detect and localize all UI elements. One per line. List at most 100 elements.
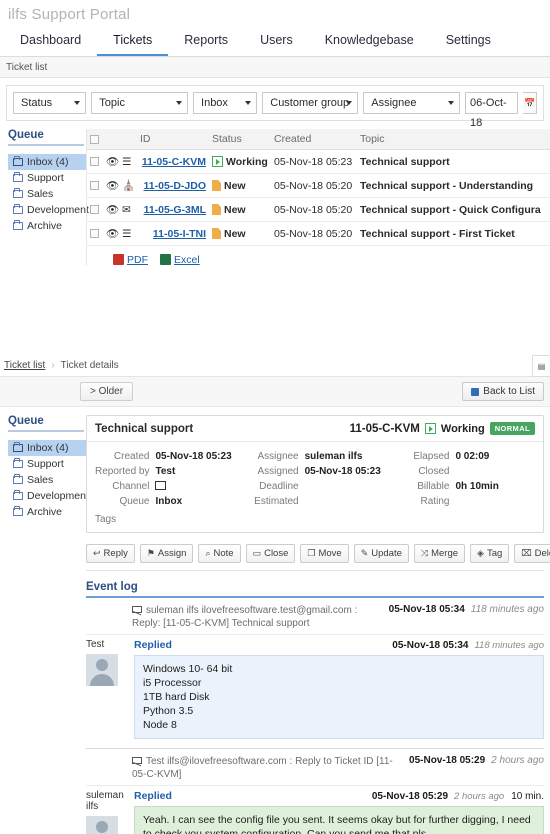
meta-label-billable: Billable xyxy=(417,481,450,492)
table-row[interactable]: 👁 ⛪ 11-05-D-JDO New 05-Nov-18 05:20 Tech… xyxy=(87,173,550,198)
meta-label-assigned: Assigned xyxy=(257,466,299,477)
table-row[interactable]: 👁 ☰ 11-05-I-TNI New 05-Nov-18 05:20 Tech… xyxy=(87,221,550,246)
queue-item-development[interactable]: Development xyxy=(8,488,89,504)
tag-icon: ◈ xyxy=(477,548,484,558)
delete-label: Delete xyxy=(534,548,550,559)
update-button[interactable]: ✎ Update xyxy=(353,544,409,563)
table-row[interactable]: 👁 ✉ 11-05-G-3ML New 05-Nov-18 05:20 Tech… xyxy=(87,197,550,222)
queue-item-support[interactable]: Support xyxy=(8,456,86,472)
export-links: PDF Excel xyxy=(87,246,550,266)
queue-item-support[interactable]: Support xyxy=(8,170,86,186)
status-cell: New xyxy=(212,228,268,240)
row-checkbox[interactable] xyxy=(90,205,99,215)
filter-status-select[interactable]: Status xyxy=(13,92,87,114)
delete-button[interactable]: ⌧Delete xyxy=(514,544,550,563)
breadcrumb-ticket-list-link[interactable]: Ticket list xyxy=(4,360,45,371)
filter-customer-group-select[interactable]: Customer group xyxy=(262,92,359,114)
column-header-topic[interactable]: Topic xyxy=(357,129,550,150)
table-row[interactable]: 👁 ☰ 11-05-C-KVM Working 05-Nov-18 05:23 … xyxy=(87,149,550,174)
filter-assignee-label: Assignee xyxy=(371,97,417,109)
nav-item-reports[interactable]: Reports xyxy=(168,29,244,56)
event-duration: 10 min. xyxy=(511,791,544,802)
ticket-id-link[interactable]: 11-05-G-3ML xyxy=(144,204,206,216)
tag-button[interactable]: ◈ Tag xyxy=(470,544,510,563)
reply-button[interactable]: ↩ Reply xyxy=(86,544,135,563)
event-ago: 2 hours ago xyxy=(454,791,505,802)
event-body: Replied 05-Nov-18 05:34 118 minutes ago … xyxy=(134,639,544,739)
status-new-icon xyxy=(212,180,221,191)
move-button[interactable]: ❐ Move xyxy=(300,544,349,563)
queue-item-sales[interactable]: Sales xyxy=(8,186,86,202)
filter-topic-select[interactable]: Topic xyxy=(91,92,189,114)
queue-item-label: Sales xyxy=(27,188,54,200)
headset-icon: ⛪ xyxy=(119,173,137,198)
back-arrow-icon xyxy=(471,387,480,396)
row-checkbox[interactable] xyxy=(90,157,99,167)
event-subject-row: suleman ilfs ilovefreesoftware.test@gmai… xyxy=(86,598,544,635)
queue-item-development[interactable]: Development xyxy=(8,202,89,218)
queue-item-inbox[interactable]: Inbox (4) xyxy=(8,440,86,456)
row-checkbox[interactable] xyxy=(90,229,99,239)
calendar-icon[interactable]: 📅 xyxy=(523,92,537,114)
queue-item-archive[interactable]: Archive xyxy=(8,218,86,234)
back-to-list-label: Back to List xyxy=(483,386,535,397)
meta-value-closed xyxy=(455,464,498,479)
export-excel-link[interactable]: Excel xyxy=(160,254,200,266)
column-header-created[interactable]: Created xyxy=(271,129,357,150)
meta-value-channel xyxy=(155,479,231,494)
select-all-header xyxy=(87,129,103,150)
row-checkbox[interactable] xyxy=(90,181,99,191)
watch-header xyxy=(103,129,119,150)
message-line: i5 Processor xyxy=(143,677,202,689)
meta-value-assignee: suleman ilfs xyxy=(304,451,363,462)
ticket-id-link[interactable]: 11-05-D-JDO xyxy=(144,180,206,192)
filter-inbox-select[interactable]: Inbox xyxy=(193,92,258,114)
nav-item-dashboard[interactable]: Dashboard xyxy=(4,29,97,56)
close-button[interactable]: ▭ Close xyxy=(245,544,296,563)
filter-date-input[interactable]: 06-Oct-18 xyxy=(465,92,519,129)
event-time: 05-Nov-18 05:29 xyxy=(371,791,449,802)
queue-item-inbox[interactable]: Inbox (4) xyxy=(8,154,86,170)
event-subject-ago: 2 hours ago xyxy=(491,755,544,766)
merge-button[interactable]: ⤨ Merge xyxy=(413,544,466,563)
select-all-checkbox[interactable] xyxy=(90,134,99,144)
note-button[interactable]: ⌕ Note xyxy=(198,544,241,563)
column-header-status[interactable]: Status xyxy=(209,129,271,150)
tag-label: Tag xyxy=(486,548,503,559)
nav-item-tickets[interactable]: Tickets xyxy=(97,29,169,56)
envelope-icon: ✉ xyxy=(119,197,137,222)
watch-icon[interactable]: 👁 xyxy=(103,149,119,174)
queue-item-sales[interactable]: Sales xyxy=(8,472,86,488)
export-pdf-link[interactable]: PDF xyxy=(113,254,148,266)
filter-assignee-select[interactable]: Assignee xyxy=(363,92,460,114)
nav-item-knowledgebase[interactable]: Knowledgebase xyxy=(309,29,430,56)
envelope-icon xyxy=(132,757,142,764)
reply-label: Reply xyxy=(103,548,128,559)
status-new-icon xyxy=(212,228,221,239)
watch-icon[interactable]: 👁 xyxy=(103,173,119,198)
breadcrumb-corner-widget[interactable]: ▤ xyxy=(532,355,550,377)
ticket-id-link[interactable]: 11-05-C-KVM xyxy=(142,156,206,168)
watch-icon[interactable]: 👁 xyxy=(103,197,119,222)
column-header-id[interactable]: ID xyxy=(137,129,209,150)
event-author: Test xyxy=(86,639,105,650)
table-header-row: ID Status Created Topic xyxy=(87,129,550,150)
watch-icon[interactable]: 👁 xyxy=(103,221,119,246)
assign-button[interactable]: ⚑ Assign xyxy=(139,544,194,563)
topic-cell: Technical support - Understanding xyxy=(357,173,550,198)
meta-label-elapsed: Elapsed xyxy=(413,451,450,462)
ticket-table: ID Status Created Topic 👁 ☰ 11-05-C-KVM xyxy=(87,129,550,246)
delete-icon: ⌧ xyxy=(521,548,532,558)
event-entry: suleman ilfs Replied 05-Nov-18 05:29 2 h… xyxy=(86,786,544,834)
detail-main: Technical support 11-05-C-KVM Working NO… xyxy=(86,415,550,834)
ticket-summary-header: Technical support 11-05-C-KVM Working NO… xyxy=(87,416,543,442)
chevron-down-icon xyxy=(448,101,454,105)
older-button[interactable]: > Older xyxy=(80,382,134,401)
breadcrumb: Ticket list xyxy=(0,57,550,78)
nav-item-settings[interactable]: Settings xyxy=(430,29,507,56)
queue-item-archive[interactable]: Archive xyxy=(8,504,86,520)
nav-item-users[interactable]: Users xyxy=(244,29,309,56)
ticket-id-link[interactable]: 11-05-I-TNI xyxy=(153,228,206,240)
chevron-down-icon xyxy=(74,101,81,105)
back-to-list-button[interactable]: Back to List xyxy=(462,382,544,401)
